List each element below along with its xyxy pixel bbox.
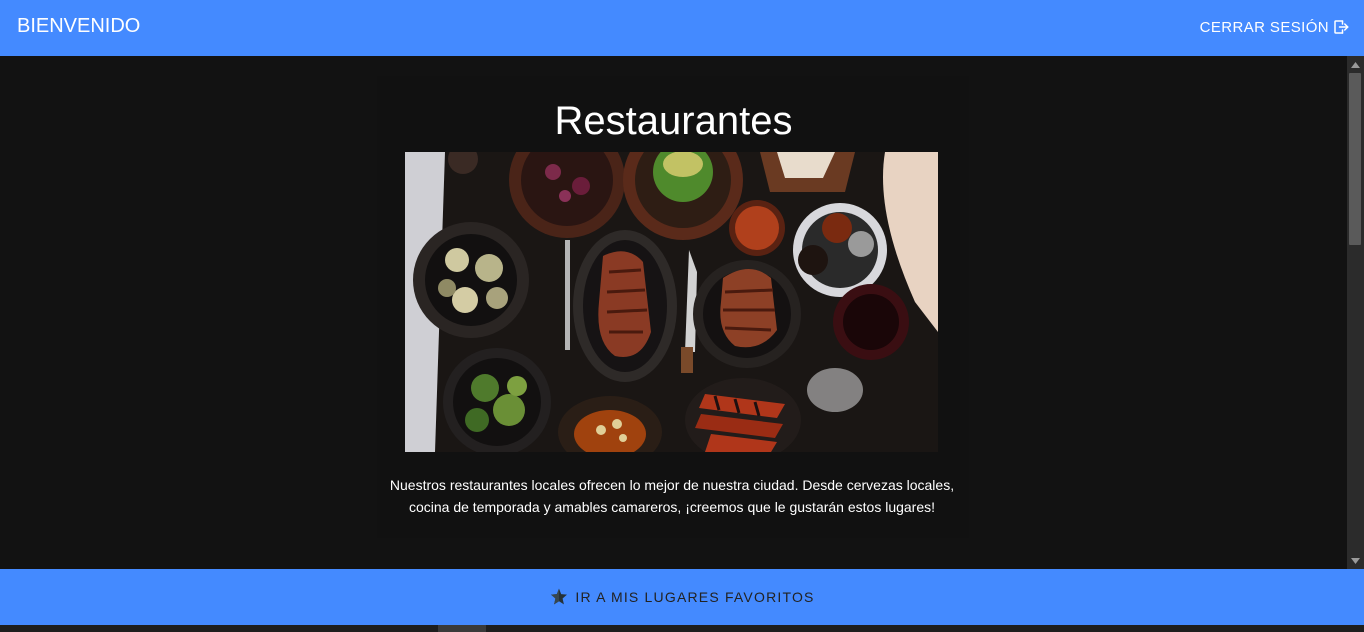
star-icon: [549, 587, 569, 607]
app-header: BIENVENIDO CERRAR SESIÓN: [0, 0, 1364, 56]
horizontal-scrollbar[interactable]: [0, 625, 1364, 632]
horizontal-scrollbar-thumb[interactable]: [438, 625, 486, 632]
app-footer: IR A MIS LUGARES FAVORITOS: [0, 569, 1364, 625]
scroll-down-icon[interactable]: [1347, 552, 1364, 569]
scroll-up-icon[interactable]: [1347, 56, 1364, 73]
favorites-label: IR A MIS LUGARES FAVORITOS: [575, 589, 815, 605]
main-content[interactable]: Restaurantes Nuestros restaurantes local…: [0, 56, 1347, 569]
favorites-button[interactable]: IR A MIS LUGARES FAVORITOS: [0, 569, 1364, 625]
restaurants-description: Nuestros restaurantes locales ofrecen lo…: [389, 477, 955, 515]
vertical-scrollbar[interactable]: [1347, 56, 1364, 569]
logout-icon: [1332, 18, 1350, 36]
page-title: Restaurantes: [554, 99, 793, 143]
logout-button[interactable]: CERRAR SESIÓN: [1200, 18, 1350, 36]
app-title: BIENVENIDO: [17, 15, 141, 37]
restaurant-food-image: [405, 120, 938, 468]
scrollbar-thumb[interactable]: [1349, 73, 1361, 245]
logout-label: CERRAR SESIÓN: [1199, 18, 1329, 36]
